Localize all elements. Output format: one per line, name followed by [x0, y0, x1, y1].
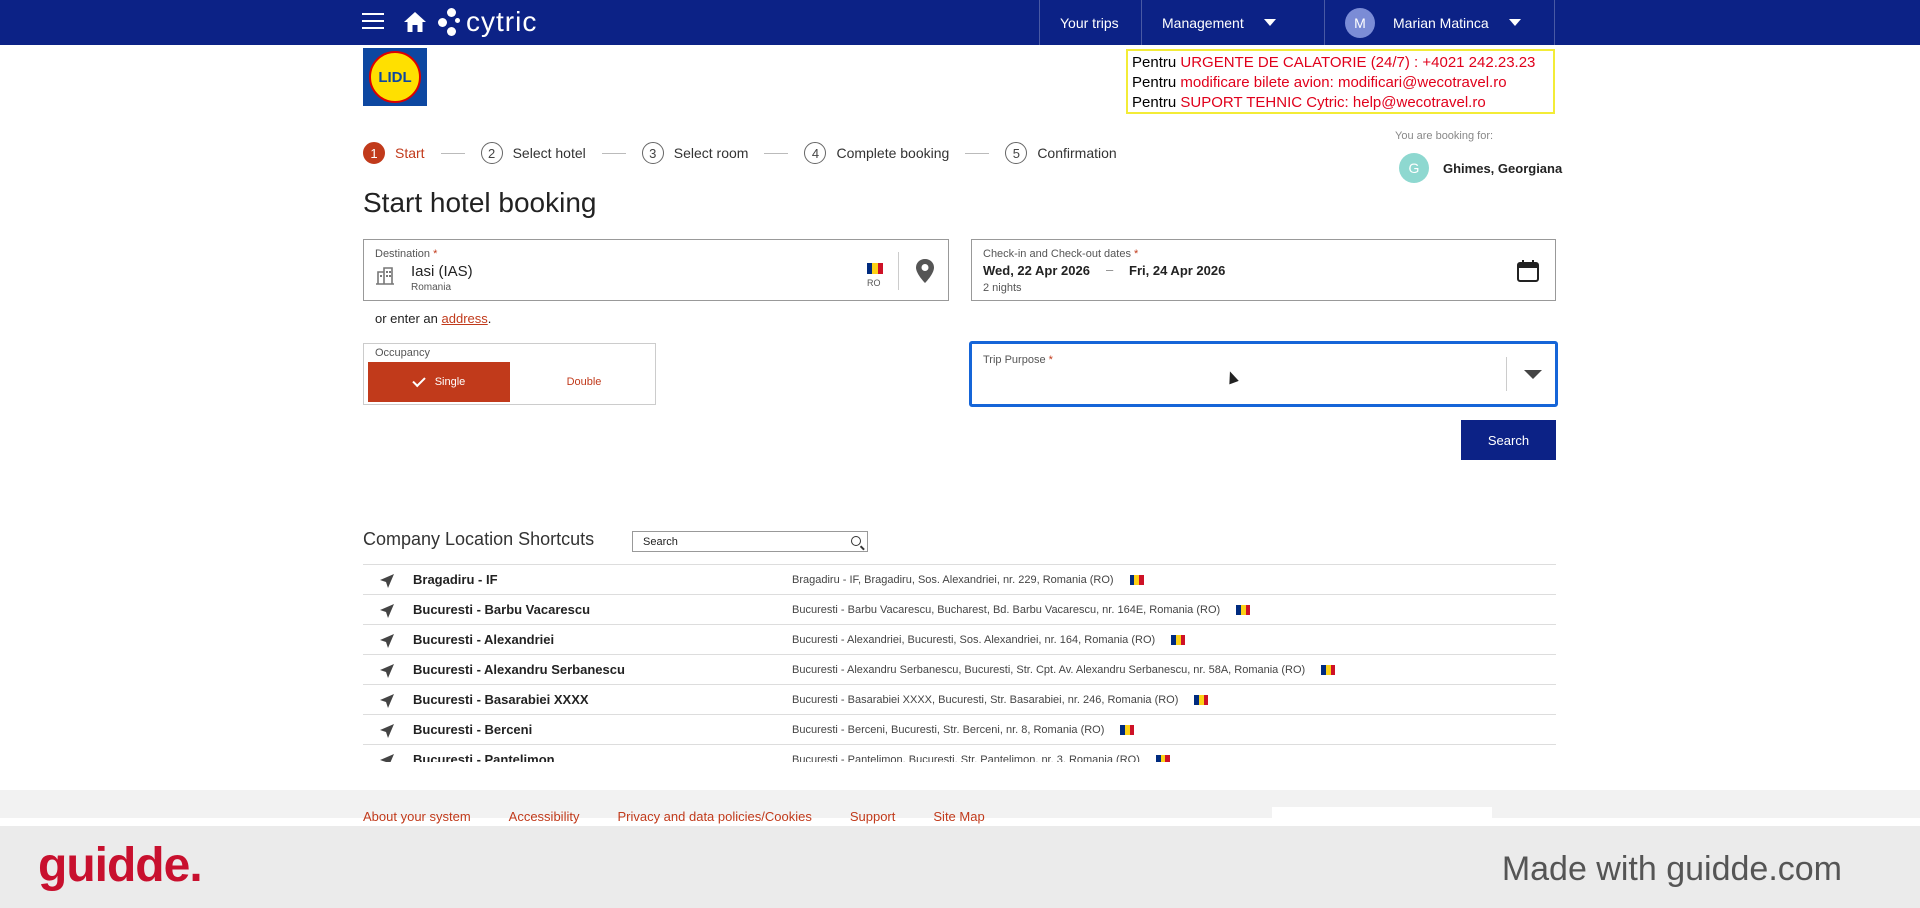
chevron-down-icon[interactable] — [1524, 370, 1542, 379]
footer-links: About your system Accessibility Privacy … — [363, 809, 1023, 824]
traveler-name: Ghimes, Georgiana — [1443, 160, 1563, 176]
support-notice: Pentru URGENTE DE CALATORIE (24/7) : +40… — [1126, 49, 1555, 114]
building-icon — [376, 267, 394, 285]
booking-stepper: 1 Start 2 Select hotel 3 Select room 4 Compl… — [363, 141, 1117, 165]
checkin-date: Wed, 22 Apr 2026 — [983, 263, 1090, 278]
search-button[interactable]: Search — [1461, 420, 1556, 460]
list-item[interactable]: Bucuresti - Alexandriei Bucuresti - Alex… — [363, 625, 1556, 655]
footer: About your system Accessibility Privacy … — [0, 790, 1920, 827]
company-logo: LIDL — [363, 48, 427, 106]
shortcuts-search-placeholder: Search — [643, 535, 678, 548]
country-code: RO — [867, 278, 881, 288]
traveler-avatar: G — [1399, 153, 1429, 183]
management-label: Management — [1162, 14, 1244, 31]
partner-badge — [1272, 807, 1492, 827]
footer-link-accessibility[interactable]: Accessibility — [509, 809, 580, 824]
calendar-icon[interactable] — [1516, 259, 1540, 283]
address-link[interactable]: address — [442, 311, 488, 326]
shortcuts-list: Bragadiru - IF Bragadiru - IF, Bragadiru… — [363, 564, 1556, 762]
destination-field[interactable]: Destination * Iasi (IAS) Romania RO — [363, 239, 949, 301]
romania-flag-icon — [1236, 604, 1251, 615]
shortcuts-search-input[interactable]: Search — [632, 531, 868, 552]
booking-for-label: You are booking for: — [1395, 130, 1494, 142]
romania-flag-icon — [1120, 724, 1135, 735]
chevron-down-icon — [1508, 19, 1521, 26]
romania-flag-icon — [1321, 664, 1336, 675]
watermark-bar: guidde. Made with guidde.com — [0, 826, 1920, 908]
romania-flag-icon — [1194, 694, 1209, 705]
search-icon[interactable] — [851, 536, 861, 546]
dates-field[interactable]: Check-in and Check-out dates * Wed, 22 A… — [971, 239, 1556, 301]
destination-country: Romania — [411, 282, 452, 293]
navigation-arrow-icon — [380, 664, 394, 678]
menu-icon[interactable] — [362, 13, 384, 31]
list-item[interactable]: Bucuresti - Barbu Vacarescu Bucuresti - … — [363, 595, 1556, 625]
navigation-arrow-icon — [380, 754, 394, 762]
notice-line-flights: Pentru modificare bilete avion: modifica… — [1132, 74, 1507, 91]
navigation-arrow-icon — [380, 724, 394, 738]
navigation-arrow-icon — [380, 574, 394, 588]
user-name: Marian Matinca — [1393, 14, 1489, 31]
trip-purpose-label: Trip Purpose * — [983, 354, 1053, 366]
occupancy-label: Occupancy — [375, 347, 431, 359]
check-icon — [411, 373, 426, 388]
romania-flag-icon — [1129, 574, 1144, 585]
destination-city: Iasi (IAS) — [411, 263, 473, 280]
list-item[interactable]: Bucuresti - Alexandru Serbanescu Bucures… — [363, 655, 1556, 685]
occupancy-single-button[interactable]: Single — [368, 362, 510, 402]
footer-link-privacy[interactable]: Privacy and data policies/Cookies — [617, 809, 811, 824]
notice-line-urgent: Pentru URGENTE DE CALATORIE (24/7) : +40… — [1132, 54, 1536, 71]
cytric-logo-icon — [438, 8, 462, 36]
your-trips-link[interactable]: Your trips — [1039, 0, 1141, 45]
user-menu[interactable]: M Marian Matinca — [1324, 0, 1555, 45]
footer-link-support[interactable]: Support — [850, 809, 896, 824]
chevron-down-icon — [1263, 19, 1276, 26]
navigation-arrow-icon — [380, 604, 394, 618]
destination-label: Destination * — [375, 248, 438, 260]
list-item[interactable]: Bragadiru - IF Bragadiru - IF, Bragadiru… — [363, 565, 1556, 595]
checkout-date: Fri, 24 Apr 2026 — [1129, 263, 1226, 278]
navigation-arrow-icon — [380, 634, 394, 648]
step-start: 1 Start — [363, 142, 425, 164]
dates-label: Check-in and Check-out dates * — [983, 248, 1139, 260]
home-icon[interactable] — [403, 11, 427, 33]
step-select-hotel: 2 Select hotel — [480, 142, 586, 164]
romania-flag-icon — [867, 263, 883, 274]
address-hint: or enter an address. — [375, 311, 492, 326]
made-with-text: Made with guidde.com — [1501, 850, 1842, 888]
avatar: M — [1345, 7, 1375, 38]
footer-link-about[interactable]: About your system — [363, 809, 471, 824]
step-complete-booking: 4 Complete booking — [804, 142, 949, 164]
romania-flag-icon — [1155, 754, 1170, 762]
footer-link-sitemap[interactable]: Site Map — [933, 809, 984, 824]
page-title: Start hotel booking — [363, 187, 597, 218]
occupancy-double-button[interactable]: Double — [514, 362, 654, 402]
step-confirmation: 5 Confirmation — [1005, 142, 1117, 164]
nights-count: 2 nights — [983, 282, 1022, 294]
company-logo-mark: LIDL — [369, 51, 421, 103]
navigation-arrow-icon — [380, 694, 394, 708]
notice-line-support: Pentru SUPORT TEHNIC Cytric: help@wecotr… — [1132, 94, 1486, 111]
your-trips-label: Your trips — [1060, 14, 1119, 31]
list-item[interactable]: Bucuresti - Pantelimon Bucuresti - Pante… — [363, 745, 1556, 762]
brand-name: cytric — [466, 6, 538, 37]
step-select-room: 3 Select room — [641, 142, 748, 164]
management-menu[interactable]: Management — [1141, 0, 1324, 45]
cytric-logo[interactable]: cytric — [438, 6, 538, 37]
list-item[interactable]: Bucuresti - Berceni Bucuresti - Berceni,… — [363, 715, 1556, 745]
occupancy-toggle: Occupancy Single Double — [363, 343, 656, 405]
romania-flag-icon — [1171, 634, 1186, 645]
map-pin-icon[interactable] — [914, 258, 936, 284]
list-item[interactable]: Bucuresti - Basarabiei XXXX Bucuresti - … — [363, 685, 1556, 715]
date-separator: – — [1106, 262, 1114, 277]
traveler: G Ghimes, Georgiana — [1399, 153, 1562, 183]
trip-purpose-select[interactable]: Trip Purpose * — [969, 341, 1558, 407]
shortcuts-title: Company Location Shortcuts — [363, 529, 595, 549]
top-navigation-bar: cytric Your trips Management M Marian Ma… — [0, 0, 1920, 45]
guidde-logo: guidde. — [38, 839, 203, 892]
